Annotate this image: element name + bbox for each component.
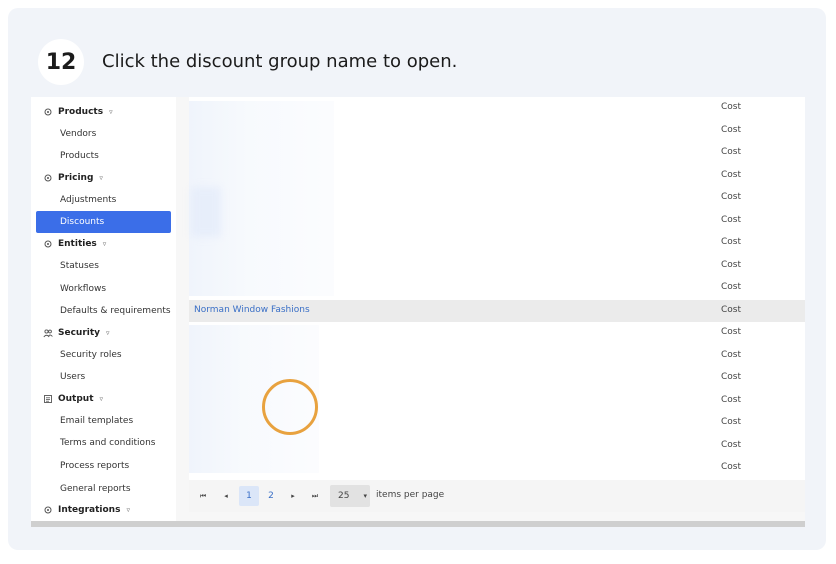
discount-type: Cost [721,372,742,382]
sidebar-section-pricing[interactable]: Pricing ▿ [43,171,103,185]
horizontal-scrollbar[interactable] [31,521,805,527]
sidebar-item-vendors[interactable]: Vendors [60,127,96,141]
sidebar-section-products[interactable]: Products ▿ [43,105,113,119]
sidebar-item-products[interactable]: Products [60,149,99,163]
sidebar-section-integrations[interactable]: Integrations ▿ [43,503,130,517]
prev-page-button[interactable]: ◂ [216,486,236,506]
discount-type: Cost [721,237,742,247]
last-page-icon: ⏭ [311,491,319,500]
gear-icon [44,506,52,514]
table-row[interactable]: Norman Window Fashions Cost [189,299,805,322]
discount-type: Cost [721,102,742,112]
gear-icon [44,108,52,116]
chevron-down-icon: ▿ [102,240,107,248]
chevron-down-icon: ▿ [109,108,113,116]
next-page-button[interactable]: ▸ [283,486,303,506]
sidebar-item-general-reports[interactable]: General reports [60,482,131,496]
items-per-page-label: items per page [376,490,445,500]
step-instruction: Click the discount group name to open. [102,51,458,72]
page-button-1[interactable]: 1 [239,486,259,506]
sidebar-section-output[interactable]: Output ▿ [43,392,103,406]
discount-type: Cost [721,214,742,225]
step-number: 12 [45,49,77,75]
discount-group-name-link[interactable]: Norman Window Fashions [194,305,310,315]
discount-type: Cost [721,169,742,180]
discount-type: Cost [721,417,742,427]
discount-type: Cost [721,462,742,472]
sidebar-item-process-reports[interactable]: Process reports [60,459,129,473]
sidebar-item-terms-conditions[interactable]: Terms and conditions [60,436,155,450]
page-size-select[interactable]: 25 ▾ [330,485,370,507]
discount-type: Cost [721,304,742,315]
discount-type: Cost [721,147,742,157]
next-page-icon: ▸ [291,492,295,500]
sidebar-item-users[interactable]: Users [60,370,85,384]
discount-type: Cost [721,282,742,292]
page-size-value: 25 [338,491,350,501]
document-icon [44,395,52,403]
discount-type: Cost [721,439,742,450]
discount-type: Cost [721,394,742,405]
gear-icon [44,240,52,248]
sidebar-section-label: Output [58,394,94,404]
chevron-down-icon: ▿ [126,506,130,514]
discount-type: Cost [721,349,742,360]
sidebar-item-adjustments[interactable]: Adjustments [60,193,116,207]
first-page-icon: ⏮ [199,491,207,500]
pagination-bar: ⏮ ◂ 1 2 ▸ ⏭ 25 ▾ items per page [189,480,805,512]
sidebar-section-security[interactable]: Security ▿ [43,326,110,340]
app-screenshot: Products ▿ Vendors Products Pricing ▿ Ad… [31,97,805,527]
sidebar-item-workflows[interactable]: Workflows [60,282,106,296]
sidebar-item-security-roles[interactable]: Security roles [60,348,122,362]
sidebar-item-discounts[interactable]: Discounts [36,211,171,233]
sidebar-section-label: Security [58,328,101,338]
sidebar-section-label: Pricing [58,173,94,183]
prev-page-icon: ◂ [224,492,228,500]
sidebar-item-email-templates[interactable]: Email templates [60,414,133,428]
chevron-down-icon: ▿ [106,329,110,337]
page-button-2[interactable]: 2 [261,486,281,506]
main-content: Cost Cost Cost Cost Cost Cost Cost Cost Cost Norm… [176,97,805,521]
chevron-down-icon: ▿ [99,174,103,182]
step-number-badge: 12 [38,39,84,85]
last-page-button[interactable]: ⏭ [305,486,325,506]
first-page-button[interactable]: ⏮ [193,486,213,506]
sidebar-section-label: Entities [58,239,97,249]
discount-type: Cost [721,327,742,337]
caret-down-icon: ▾ [363,492,367,500]
users-icon [43,329,53,338]
sidebar: Products ▿ Vendors Products Pricing ▿ Ad… [31,97,176,521]
click-target-indicator [262,379,318,435]
sidebar-section-entities[interactable]: Entities ▿ [43,237,106,251]
discount-type: Cost [721,124,742,135]
sidebar-section-label: Products [58,107,104,117]
redacted-region [191,187,221,237]
gear-icon [44,174,52,182]
sidebar-section-label: Integrations [58,505,121,515]
chevron-down-icon: ▿ [99,395,104,403]
sidebar-item-statuses[interactable]: Statuses [60,259,99,273]
sidebar-item-defaults-requirements[interactable]: Defaults & requirements [60,304,171,318]
discount-type: Cost [721,192,742,202]
discount-type: Cost [721,259,742,270]
